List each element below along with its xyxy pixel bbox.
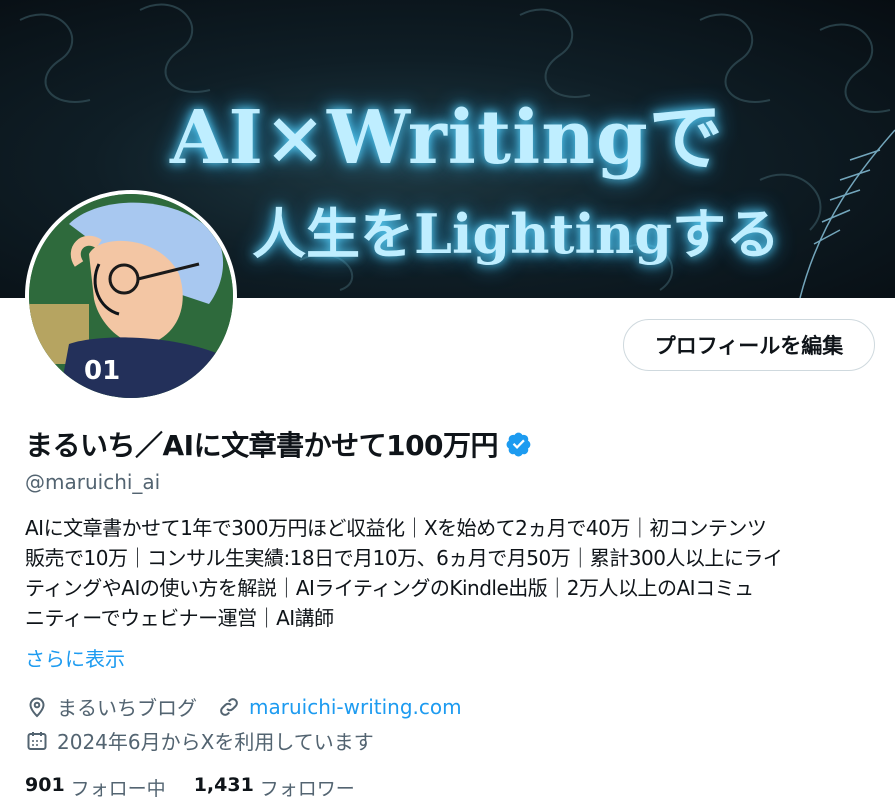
avatar-illustration: 01 — [29, 194, 233, 398]
followers-link[interactable]: 1,431 フォロワー — [194, 774, 383, 801]
bio-line: ティングやAIの使い方を解説｜AIライティングのKindle出版｜2万人以上のA… — [25, 576, 754, 600]
show-more-link[interactable]: さらに表示 — [25, 643, 125, 672]
profile-name-row: まるいち／AIに文章書かせて100万円 — [25, 424, 532, 464]
profile-handle: @maruichi_ai — [25, 470, 161, 494]
banner-title-line2: 人生をLightingする — [252, 202, 780, 266]
followers-count: 1,431 — [193, 774, 254, 796]
follow-stats: 901 フォロー中 1,431 フォロワー — [25, 774, 383, 801]
svg-text:01: 01 — [84, 356, 120, 386]
profile-joined-row: 2024年6月からXを利用しています — [25, 726, 374, 755]
profile-avatar[interactable]: 01 — [25, 190, 237, 402]
profile-location: まるいちブログ — [57, 696, 197, 720]
bio-line: ニティーでウェビナー運営｜AI講師 — [25, 606, 334, 630]
profile-website-link[interactable]: maruichi-writing.com — [249, 695, 462, 719]
followers-label: フォロワー — [259, 778, 355, 800]
verified-badge-icon[interactable] — [506, 431, 532, 457]
profile-joined-date: 2024年6月からXを利用しています — [57, 730, 374, 754]
calendar-icon — [27, 731, 47, 750]
following-link[interactable]: 901 フォロー中 — [25, 774, 194, 801]
following-label: フォロー中 — [70, 778, 166, 800]
bio-line: AIに文章書かせて1年で300万円ほど収益化｜Xを始めて2ヵ月で40万｜初コンテ… — [25, 516, 767, 540]
bio-line: 販売で10万｜コンサル生実績:18日で月10万、6ヵ月で月50万｜累計300人以… — [25, 546, 783, 570]
profile-bio: AIに文章書かせて1年で300万円ほど収益化｜Xを始めて2ヵ月で40万｜初コンテ… — [25, 513, 875, 633]
location-pin-icon — [29, 697, 45, 717]
link-icon — [220, 697, 238, 716]
display-name: まるいち／AIに文章書かせて100万円 — [25, 429, 499, 462]
profile-meta-row: まるいちブログ maruichi-writing.com — [25, 692, 462, 721]
edit-profile-button[interactable]: プロフィールを編集 — [623, 319, 875, 371]
banner-title-line1: AI×Writingで — [170, 95, 724, 181]
following-count: 901 — [25, 774, 65, 796]
